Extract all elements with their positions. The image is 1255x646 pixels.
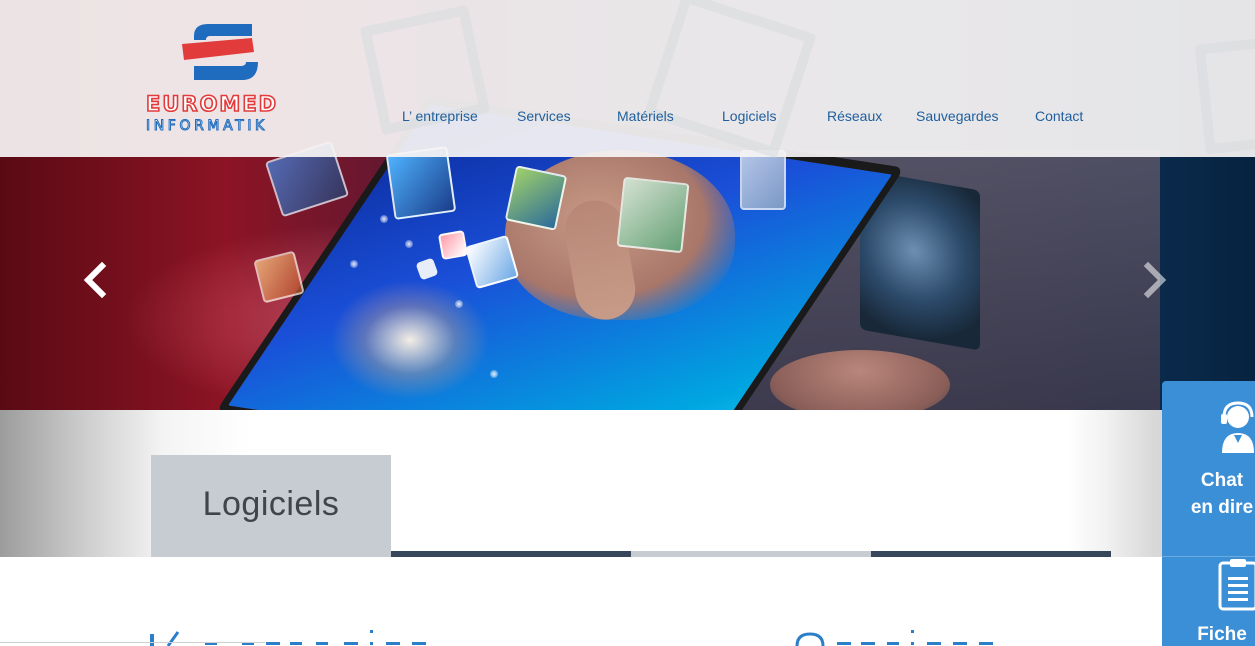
sparkle [405,240,413,248]
ghost-cube [1194,35,1255,155]
clipboard-icon [1218,559,1255,611]
chevron-right-icon [1143,261,1167,299]
floating-cube [740,150,786,210]
slider-next-button[interactable] [1140,261,1170,299]
floating-cube [616,176,690,254]
page: EUROMED INFORMATIK L’ entreprise Service… [0,0,1255,646]
floating-cube [437,229,469,261]
nav-item-sauvegardes[interactable]: Sauvegardes [916,106,999,126]
sparkle [380,215,388,223]
nav-item-materiels[interactable]: Matériels [617,106,674,126]
sparkle [455,300,463,308]
divider [0,642,265,643]
ghost-cube [643,0,817,159]
light-flare [330,280,490,400]
chat-live-label: Chat en dire [1190,470,1254,518]
content-heading-left [150,630,426,646]
slider-prev-button[interactable] [80,261,110,299]
nav-item-logiciels[interactable]: Logiciels [722,106,776,126]
side-contact-widget: Chat en dire Fiche [1162,381,1255,646]
site-header: EUROMED INFORMATIK L’ entreprise Service… [0,0,1255,159]
main-nav: L’ entreprise Services Matériels Logicie… [0,106,1255,128]
section-tab-logiciels: Logiciels [151,455,391,557]
nav-item-reseaux[interactable]: Réseaux [827,106,882,126]
logo-mark-icon [182,24,258,80]
nav-item-contact[interactable]: Contact [1035,106,1083,126]
floating-cube [385,146,457,220]
chevron-left-icon [83,261,107,299]
section-title: Logiciels [202,485,340,523]
sparkle [350,260,358,268]
fiche-button[interactable]: Fiche [1162,557,1255,646]
content-heading-right [795,630,993,646]
nav-item-entreprise[interactable]: L’ entreprise [402,106,478,126]
headset-agent-icon [1221,401,1254,453]
nav-item-services[interactable]: Services [517,106,571,126]
fiche-label: Fiche [1197,624,1247,645]
sparkle [490,370,498,378]
chat-live-button[interactable]: Chat en dire [1162,381,1255,556]
